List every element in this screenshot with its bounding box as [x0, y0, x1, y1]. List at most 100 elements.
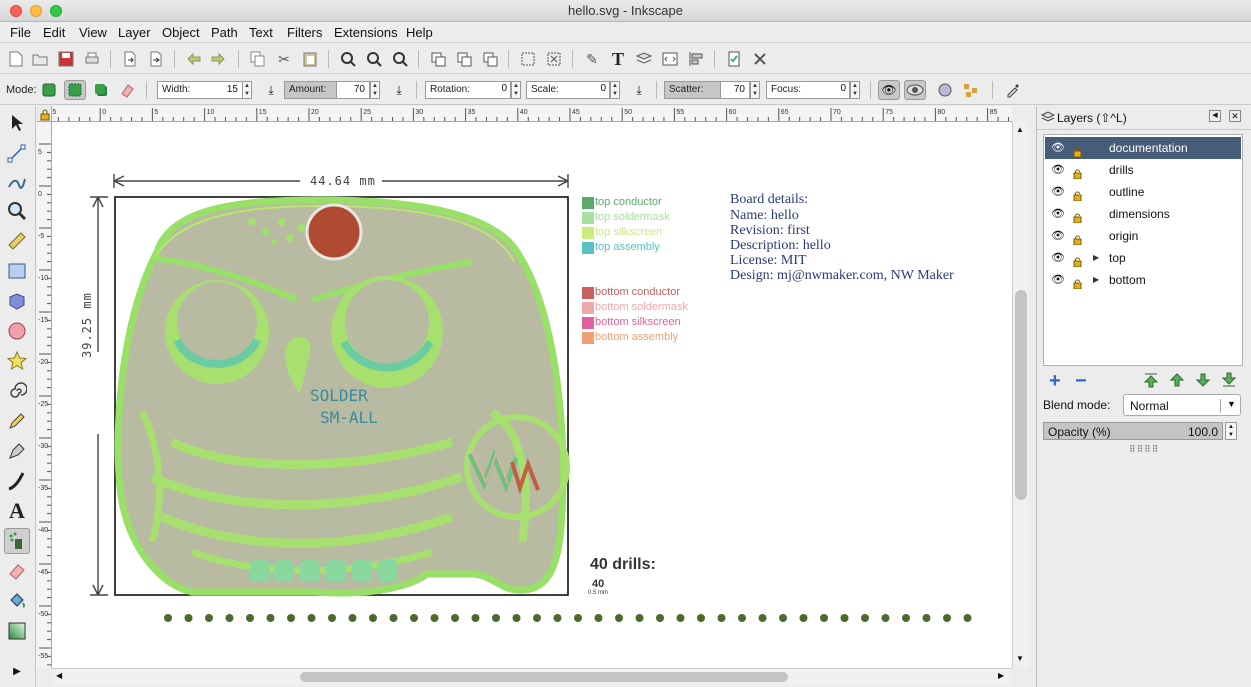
- pick-color-dropper-icon[interactable]: [1002, 80, 1024, 100]
- horizontal-scrollbar[interactable]: ◀ ▶: [52, 668, 1012, 685]
- over-transparent-icon[interactable]: [904, 80, 926, 100]
- layer-row-drills[interactable]: 👁 drills: [1045, 159, 1241, 181]
- rotation-input[interactable]: 0: [490, 81, 511, 99]
- lock-icon[interactable]: [1073, 186, 1082, 202]
- menu-filters[interactable]: Filters: [287, 25, 322, 40]
- preferences-icon[interactable]: [750, 49, 770, 69]
- visibility-eye-icon[interactable]: 👁: [1051, 247, 1065, 269]
- text-font-icon[interactable]: T: [608, 49, 628, 69]
- scroll-left-icon[interactable]: ◀: [56, 671, 62, 680]
- focus-input[interactable]: 0: [830, 81, 850, 99]
- cut-icon[interactable]: ✂: [274, 49, 294, 69]
- horizontal-scroll-thumb[interactable]: [300, 672, 788, 682]
- layer-row-bottom[interactable]: 👁 ▶ bottom: [1045, 269, 1241, 291]
- close-window-button[interactable]: [10, 5, 22, 17]
- scroll-right-icon[interactable]: ▶: [998, 671, 1004, 680]
- amount-stepper[interactable]: ▲ ▼: [370, 81, 380, 99]
- raise-layer-top-icon[interactable]: [1143, 372, 1159, 391]
- pencil-tool-icon[interactable]: [4, 408, 30, 434]
- zoom-drawing-icon[interactable]: [364, 49, 384, 69]
- lock-icon[interactable]: [1073, 208, 1082, 224]
- lock-icon[interactable]: [1073, 142, 1082, 158]
- visibility-eye-icon[interactable]: 👁: [1051, 159, 1065, 181]
- scale-input[interactable]: 0: [590, 81, 610, 99]
- spray-single-path-mode-button[interactable]: [90, 80, 112, 100]
- lock-icon[interactable]: [1073, 164, 1082, 180]
- layer-row-documentation[interactable]: 👁 documentation: [1045, 137, 1241, 159]
- visibility-eye-icon[interactable]: 👁: [1051, 203, 1065, 225]
- delete-sprayed-mode-button[interactable]: [116, 80, 138, 100]
- menu-edit[interactable]: Edit: [43, 25, 65, 40]
- opacity-stepper[interactable]: ▲ ▼: [1225, 422, 1237, 440]
- menu-view[interactable]: View: [79, 25, 107, 40]
- lock-icon[interactable]: [1073, 274, 1082, 290]
- scroll-down-icon[interactable]: ▼: [1016, 654, 1024, 663]
- width-pressure-icon[interactable]: ⤓: [260, 80, 282, 100]
- spray-tool-icon[interactable]: [4, 528, 30, 554]
- menu-path[interactable]: Path: [211, 25, 238, 40]
- import-icon[interactable]: [120, 49, 140, 69]
- remove-layer-icon[interactable]: −: [1075, 370, 1087, 393]
- lower-layer-icon[interactable]: [1195, 372, 1211, 391]
- ungroup-icon[interactable]: [544, 49, 564, 69]
- group-icon[interactable]: [518, 49, 538, 69]
- text-tool-icon[interactable]: A: [4, 498, 30, 524]
- zoom-page-icon[interactable]: [390, 49, 410, 69]
- scatter-input[interactable]: 70: [720, 81, 750, 99]
- panel-resize-handle[interactable]: ⠿⠿⠿⠿: [1129, 444, 1159, 455]
- more-tools-icon[interactable]: ▶: [4, 658, 30, 684]
- paste-icon[interactable]: [300, 49, 320, 69]
- add-layer-icon[interactable]: +: [1049, 370, 1061, 393]
- export-icon[interactable]: [146, 49, 166, 69]
- xml-editor-icon[interactable]: [660, 49, 680, 69]
- expand-triangle-icon[interactable]: ▶: [1093, 269, 1099, 291]
- redo-icon[interactable]: [208, 49, 228, 69]
- 3d-box-tool-icon[interactable]: [4, 288, 30, 314]
- scatter-stepper[interactable]: ▲ ▼: [750, 81, 760, 99]
- layer-row-origin[interactable]: 👁 origin: [1045, 225, 1241, 247]
- menu-text[interactable]: Text: [249, 25, 273, 40]
- no-overlap-icon[interactable]: [960, 80, 982, 100]
- zoom-selection-icon[interactable]: [338, 49, 358, 69]
- visibility-eye-icon[interactable]: 👁: [1051, 269, 1065, 291]
- spray-clones-mode-button[interactable]: [64, 80, 86, 100]
- fill-stroke-icon[interactable]: ✎: [582, 49, 602, 69]
- open-file-icon[interactable]: [30, 49, 50, 69]
- zoom-tool-icon[interactable]: [4, 198, 30, 224]
- menu-extensions[interactable]: Extensions: [334, 25, 398, 40]
- new-document-icon[interactable]: [6, 49, 26, 69]
- scale-pressure-icon[interactable]: ⤓: [628, 80, 650, 100]
- spray-copies-mode-button[interactable]: [38, 80, 60, 100]
- unlink-clone-icon[interactable]: [480, 49, 500, 69]
- width-stepper[interactable]: ▲ ▼: [242, 81, 252, 99]
- layer-row-dimensions[interactable]: 👁 dimensions: [1045, 203, 1241, 225]
- expand-triangle-icon[interactable]: ▶: [1093, 247, 1099, 269]
- opacity-value[interactable]: 100.0: [1188, 425, 1218, 439]
- print-icon[interactable]: [82, 49, 102, 69]
- save-icon[interactable]: [56, 49, 76, 69]
- scroll-up-icon[interactable]: ▲: [1016, 125, 1024, 134]
- vertical-scroll-thumb[interactable]: [1015, 290, 1027, 500]
- align-distribute-icon[interactable]: [686, 49, 706, 69]
- visibility-eye-icon[interactable]: 👁: [1051, 225, 1065, 247]
- eraser-tool-icon[interactable]: [4, 558, 30, 584]
- minimize-window-button[interactable]: [30, 5, 42, 17]
- undo-icon[interactable]: [184, 49, 204, 69]
- pen-tool-icon[interactable]: [4, 438, 30, 464]
- rectangle-tool-icon[interactable]: [4, 258, 30, 284]
- lock-icon[interactable]: [1073, 252, 1082, 268]
- clone-icon[interactable]: [454, 49, 474, 69]
- vertical-scrollbar[interactable]: ▲ ▼: [1012, 122, 1029, 668]
- menu-file[interactable]: File: [10, 25, 31, 40]
- visibility-eye-icon[interactable]: 👁: [1051, 181, 1065, 203]
- scale-stepper[interactable]: ▲ ▼: [610, 81, 620, 99]
- copy-icon[interactable]: [248, 49, 268, 69]
- selector-tool-icon[interactable]: [4, 110, 30, 136]
- measure-tool-icon[interactable]: [4, 228, 30, 254]
- lock-icon[interactable]: [1073, 230, 1082, 246]
- duplicate-icon[interactable]: [428, 49, 448, 69]
- menu-object[interactable]: Object: [162, 25, 200, 40]
- gradient-tool-icon[interactable]: [4, 618, 30, 644]
- amount-input[interactable]: 70: [336, 81, 370, 99]
- rotation-stepper[interactable]: ▲ ▼: [511, 81, 521, 99]
